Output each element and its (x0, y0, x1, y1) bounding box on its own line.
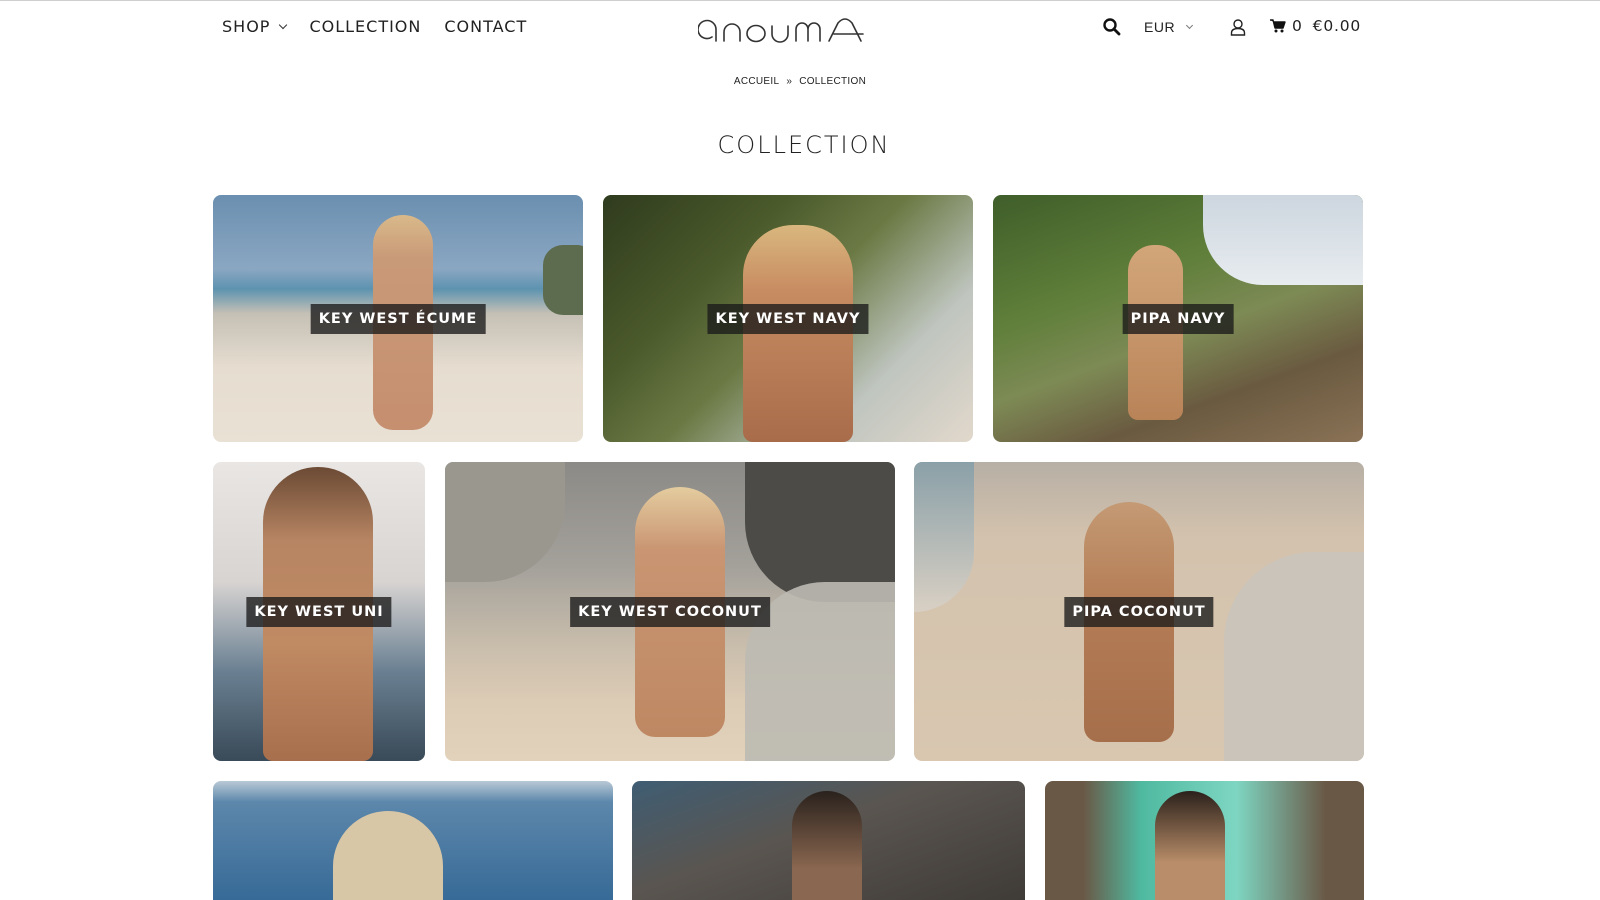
breadcrumb-current: COLLECTION (799, 76, 867, 87)
header-utilities: EUR 0 €0.00 (1100, 15, 1360, 41)
rock-shape (1224, 552, 1364, 761)
water (914, 462, 974, 612)
collection-label: KEY WEST COCONUT (570, 596, 770, 627)
collection-label: KEY WEST NAVY (707, 303, 869, 334)
nav-collection[interactable]: COLLECTION (309, 17, 421, 36)
collection-label: KEY WEST ÉCUME (310, 303, 486, 334)
breadcrumb-home[interactable]: ACCUEIL (734, 76, 779, 87)
cart-link[interactable]: 0 €0.00 (1270, 17, 1361, 35)
site-logo[interactable]: onouma (697, 11, 880, 49)
breadcrumb-separator: » (786, 76, 793, 87)
collection-tile-row3-3[interactable] (1045, 781, 1364, 900)
main-nav: SHOP COLLECTION CONTACT (222, 17, 550, 36)
sky (1203, 195, 1363, 285)
collection-tile-key-west-navy[interactable]: KEY WEST NAVY (603, 195, 973, 442)
collection-tile-row3-1[interactable] (213, 781, 613, 900)
cart-total: €0.00 (1312, 17, 1362, 35)
chevron-down-icon (279, 20, 288, 29)
currency-selector[interactable]: EUR (1144, 19, 1194, 35)
collection-tile-key-west-coconut[interactable]: KEY WEST COCONUT (445, 462, 895, 761)
model-figure (1155, 791, 1225, 900)
search-icon[interactable] (1102, 17, 1122, 37)
model-figure (792, 791, 862, 900)
collection-tile-key-west-ecume[interactable]: KEY WEST ÉCUME (213, 195, 583, 442)
nav-shop[interactable]: SHOP (222, 17, 288, 36)
nav-contact-label: CONTACT (444, 17, 528, 36)
collection-tile-key-west-uni[interactable]: KEY WEST UNI (213, 462, 425, 761)
collection-tile-row3-2[interactable] (632, 781, 1025, 900)
page-title: COLLECTION (717, 131, 891, 159)
rock-shape (445, 462, 565, 582)
collection-label: KEY WEST UNI (246, 596, 392, 627)
rock-shape (745, 462, 895, 602)
collection-tile-pipa-coconut[interactable]: PIPA COCONUT (914, 462, 1364, 761)
breadcrumb: ACCUEIL » COLLECTION (0, 76, 1600, 87)
collection-label: PIPA NAVY (1122, 303, 1234, 334)
account-icon[interactable] (1228, 17, 1248, 37)
nav-collection-label: COLLECTION (309, 17, 422, 36)
model-figure (333, 811, 443, 900)
nav-contact[interactable]: CONTACT (444, 17, 527, 36)
model-figure (743, 225, 853, 442)
cart-icon (1270, 19, 1286, 33)
collection-tile-pipa-navy[interactable]: PIPA NAVY (993, 195, 1363, 442)
collection-label: PIPA COCONUT (1064, 596, 1214, 627)
chevron-down-icon (1186, 21, 1194, 30)
rock-shape (543, 245, 583, 315)
cart-count: 0 (1292, 17, 1303, 35)
nav-shop-label: SHOP (222, 17, 271, 36)
logo-mark (697, 18, 864, 43)
currency-label: EUR (1144, 19, 1176, 35)
